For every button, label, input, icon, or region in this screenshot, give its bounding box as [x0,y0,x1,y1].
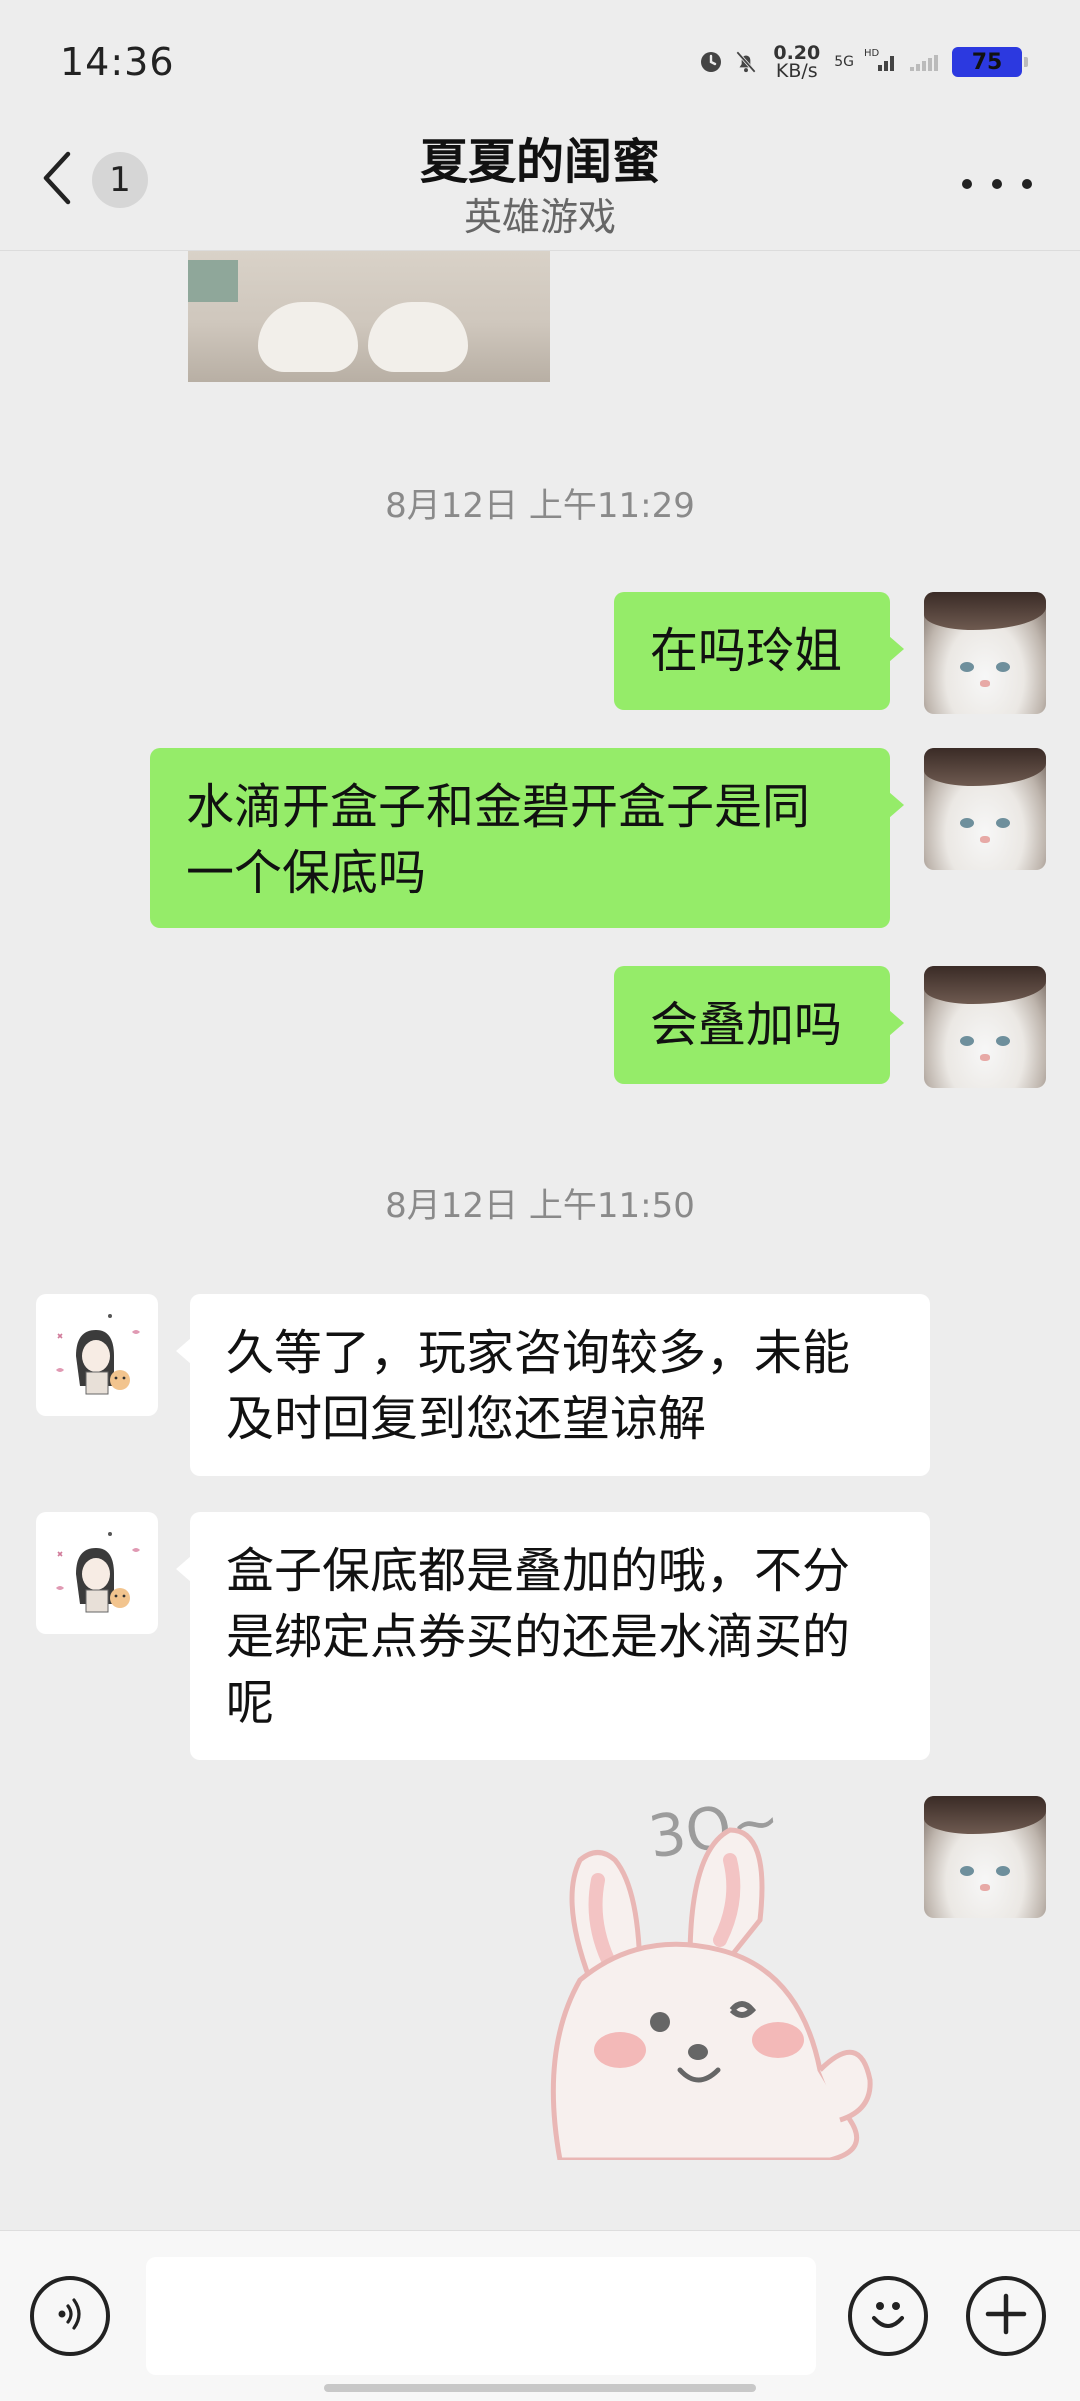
more-dot [992,179,1002,189]
voice-button[interactable] [30,2276,110,2356]
avatar-detail [996,1866,1010,1876]
more-button[interactable] [962,164,1032,204]
avatar-detail [996,1036,1010,1046]
avatar-detail [924,748,1046,786]
avatar-detail [980,1884,990,1891]
my-avatar[interactable] [924,1796,1046,1918]
avatar-detail [960,818,974,828]
photo-detail [258,302,358,372]
plus-icon [984,2292,1028,2340]
mute-icon [733,49,759,75]
avatar-detail [924,966,1046,1004]
girl-doodle-icon [56,1314,140,1395]
image-message[interactable] [188,250,550,382]
net-speed: 0.20 KB/s [773,44,820,82]
chat-header: 1 夏夏的闺蜜 英雄游戏 [0,112,1080,251]
my-avatar[interactable] [924,592,1046,714]
avatar-detail [996,818,1010,828]
message-bubble-received[interactable]: 久等了，玩家咨询较多，未能及时回复到您还望谅解 [176,1294,930,1476]
avatar-detail [996,662,1010,672]
bunny-sticker-icon: 3Q~ [550,1786,873,2163]
net-speed-unit: KB/s [775,60,818,82]
message-bubble-sent[interactable]: 会叠加吗 [614,966,904,1084]
timestamp: 8月12日 上午11:29 [385,486,695,526]
avatar-detail [980,1054,990,1061]
my-avatar[interactable] [924,748,1046,870]
emoji-icon [858,2284,918,2348]
status-icons: 0.20 KB/s 5G HD 75 [699,44,1028,82]
more-dot [1022,179,1032,189]
status-time: 14:36 [60,40,175,84]
message-bubble-received[interactable]: 盒子保底都是叠加的哦，不分是绑定点券买的还是水滴买的呢 [176,1512,930,1760]
signal-icon: HD [864,47,898,77]
hd-label: HD [864,48,880,59]
chat-subtitle: 英雄游戏 [463,195,616,239]
battery-indicator: 75 [952,47,1028,77]
photo-detail [368,302,468,372]
sticker-message[interactable]: 3Q~ [520,1786,900,2163]
message-input[interactable] [146,2257,816,2375]
input-bar [0,2230,1080,2401]
avatar-detail [960,1866,974,1876]
status-bar: 14:36 0.20 KB/s 5G HD 75 [0,0,1080,130]
avatar-detail [924,1796,1046,1834]
avatar-detail [980,836,990,843]
girl-doodle-icon [56,1532,140,1613]
more-dot [962,179,972,189]
avatar-detail [960,662,974,672]
network-type: 5G [834,55,854,69]
contact-avatar[interactable] [36,1512,158,1634]
timestamp: 8月12日 上午11:50 [385,1186,695,1226]
my-avatar[interactable] [924,966,1046,1088]
voice-icon [50,2294,90,2338]
avatar-detail [980,680,990,687]
alarm-icon [699,50,723,74]
photo-detail [188,260,238,302]
network-5g: 5G [834,54,854,70]
signal-2-icon [908,47,942,77]
avatar-detail [960,1036,974,1046]
avatar-detail [924,592,1046,630]
contact-avatar[interactable] [36,1294,158,1416]
more-functions-button[interactable] [966,2276,1046,2356]
message-bubble-sent[interactable]: 水滴开盒子和金碧开盒子是同一个保底吗 [150,748,904,928]
message-bubble-sent[interactable]: 在吗玲姐 [614,592,904,710]
emoji-button[interactable] [848,2276,928,2356]
chat-title: 夏夏的闺蜜 [419,134,660,190]
home-indicator[interactable] [324,2384,756,2392]
